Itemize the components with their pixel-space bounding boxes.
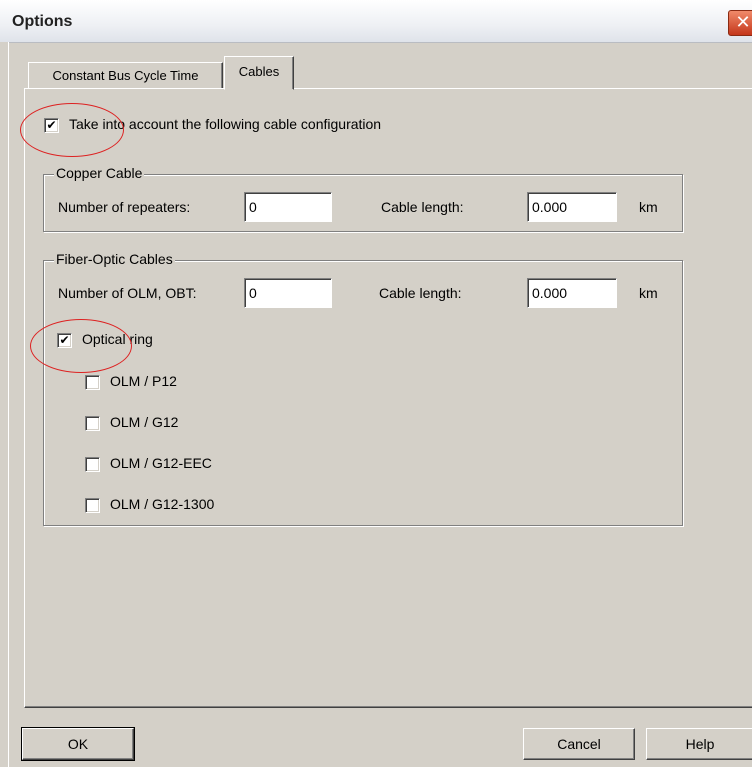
annotation-circle (20, 103, 124, 157)
ok-button[interactable]: OK (21, 727, 135, 761)
cancel-button[interactable]: Cancel (523, 728, 635, 760)
fiber-length-label: Cable length: (379, 285, 462, 301)
olm-g12-checkbox[interactable] (85, 416, 100, 431)
repeaters-input[interactable]: 0 (244, 192, 332, 222)
olm-count-label: Number of OLM, OBT: (58, 285, 197, 301)
help-button[interactable]: Help (646, 728, 752, 760)
olm-p12-checkbox[interactable] (85, 375, 100, 390)
tab-constant-bus-cycle-time[interactable]: Constant Bus Cycle Time (28, 62, 223, 89)
copper-cable-title: Copper Cable (54, 165, 145, 181)
olm-g12-label: OLM / G12 (110, 414, 179, 430)
fiber-optic-title: Fiber-Optic Cables (54, 251, 175, 267)
copper-length-label: Cable length: (381, 199, 464, 215)
window-left-border (0, 42, 9, 767)
olm-g12-1300-label: OLM / G12-1300 (110, 496, 215, 512)
repeaters-label: Number of repeaters: (58, 199, 191, 215)
olm-p12-label: OLM / P12 (110, 373, 177, 389)
olm-count-input[interactable]: 0 (244, 278, 332, 308)
olm-g12-eec-checkbox[interactable] (85, 457, 100, 472)
window-title: Options (12, 13, 73, 30)
tab-cables[interactable]: Cables (224, 56, 294, 90)
copper-length-unit: km (639, 199, 658, 215)
annotation-circle-optical-ring (30, 319, 132, 373)
title-bar: Options ✕ (0, 0, 752, 43)
copper-length-input[interactable]: 0.000 (527, 192, 617, 222)
close-icon[interactable]: ✕ (728, 10, 752, 36)
fiber-length-input[interactable]: 0.000 (527, 278, 617, 308)
olm-g12-eec-label: OLM / G12-EEC (110, 455, 212, 471)
olm-g12-1300-checkbox[interactable] (85, 498, 100, 513)
fiber-length-unit: km (639, 285, 658, 301)
